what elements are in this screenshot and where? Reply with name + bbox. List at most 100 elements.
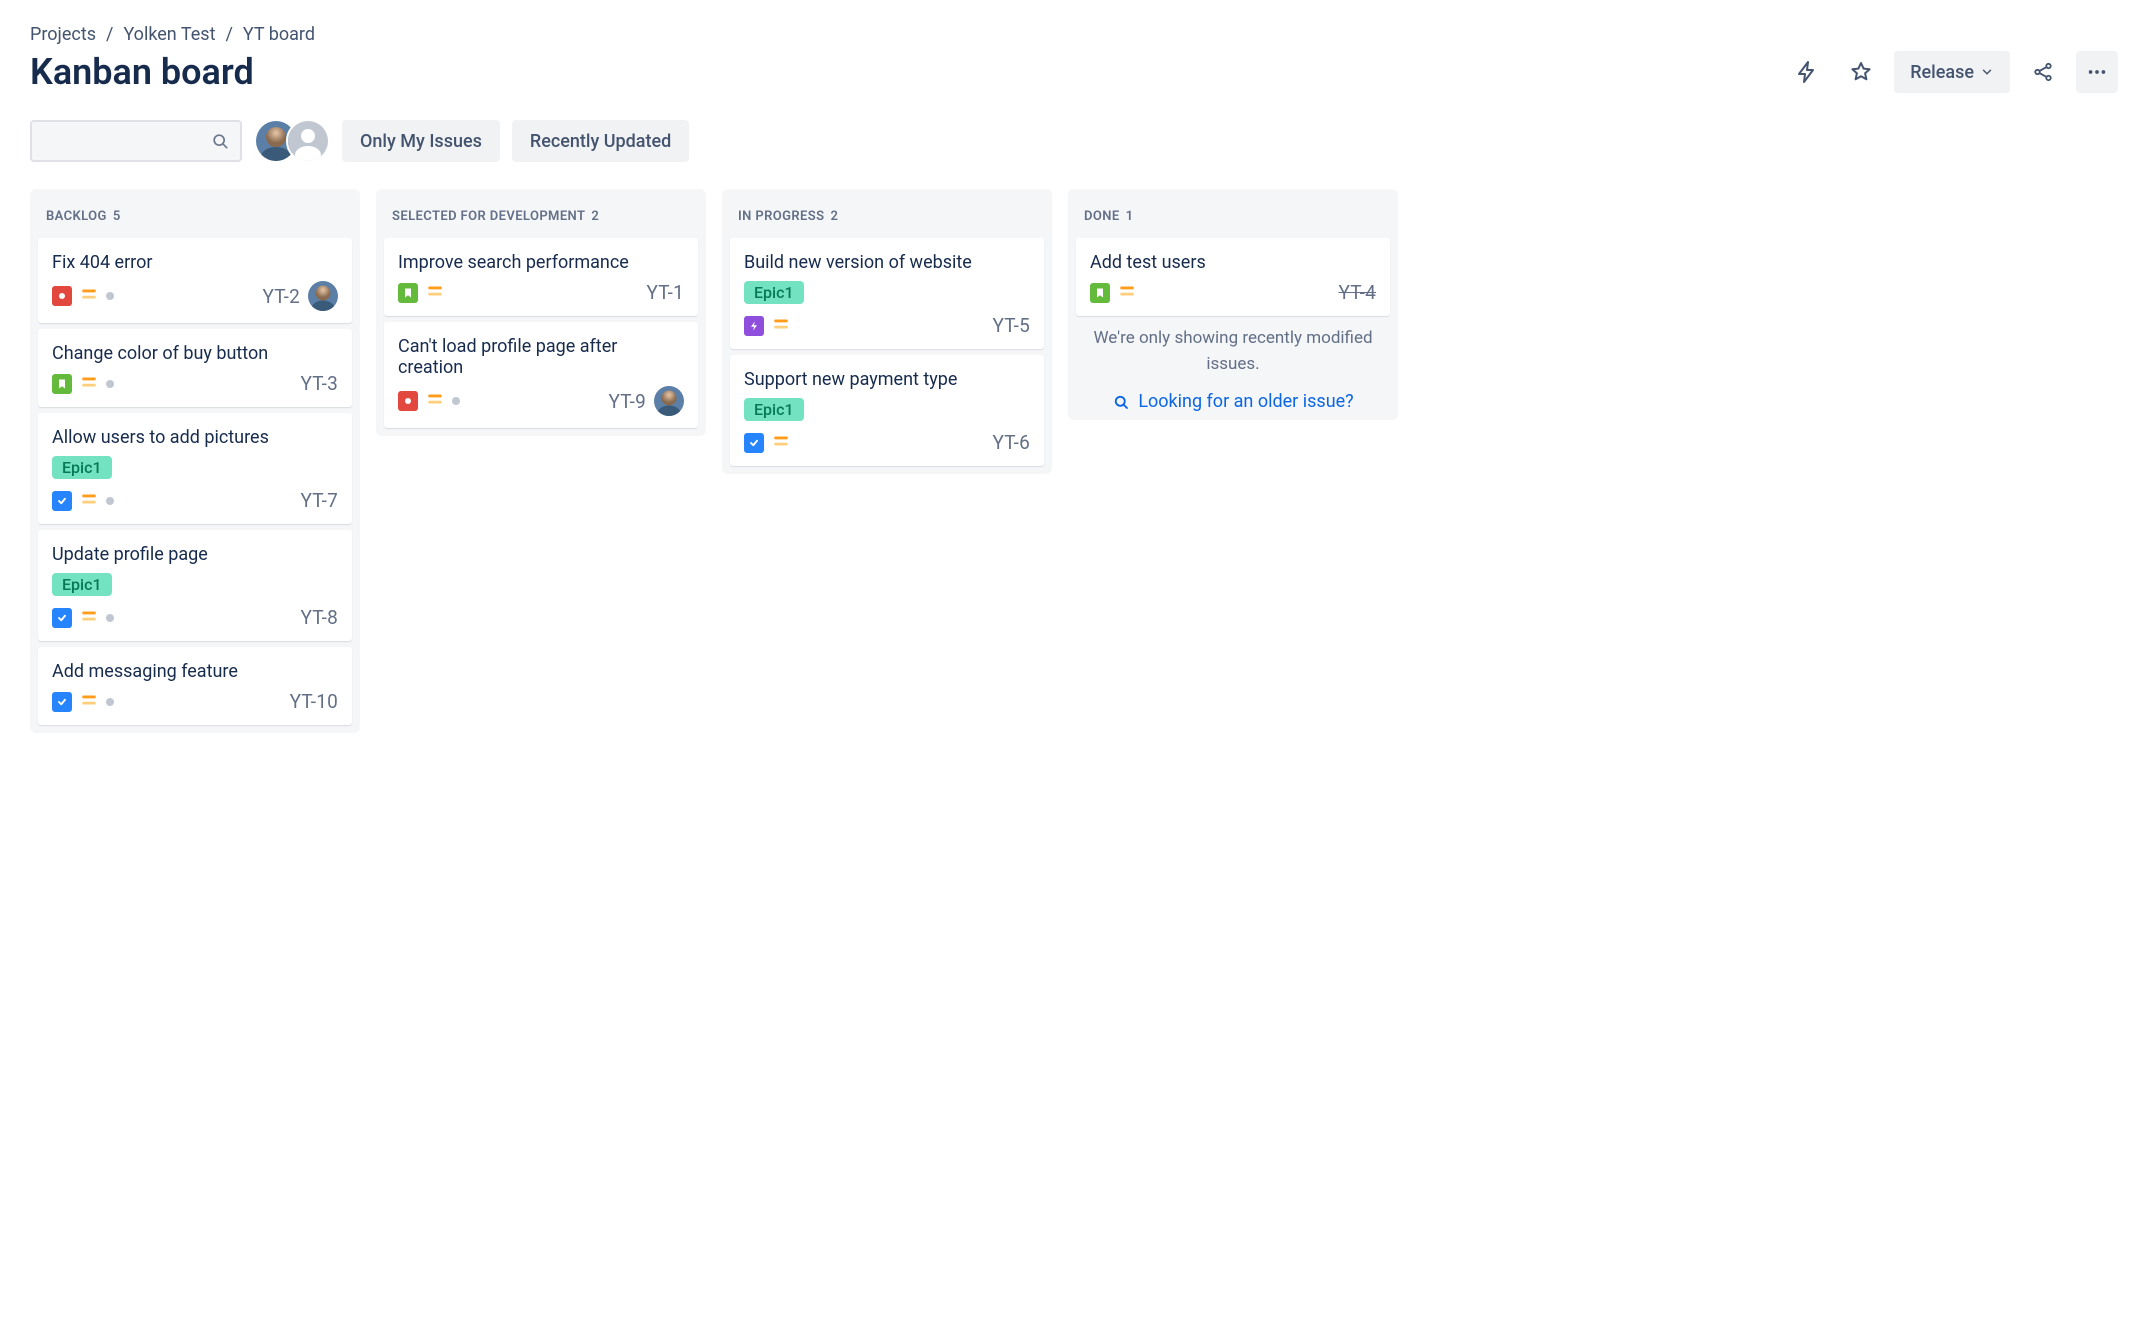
issue-key: YT-8 <box>301 606 338 629</box>
chevron-down-icon <box>1980 65 1994 79</box>
priority-icon <box>80 607 98 629</box>
issue-key: YT-10 <box>290 690 338 713</box>
priority-icon <box>80 373 98 395</box>
card-footer: YT-6 <box>744 431 1030 454</box>
flag-indicator <box>106 698 114 706</box>
release-button[interactable]: Release <box>1894 51 2010 93</box>
column-header: Selected for Development2 <box>384 197 698 238</box>
breadcrumb-item[interactable]: Yolken Test <box>123 24 215 45</box>
story-icon <box>52 374 72 394</box>
breadcrumb-separator: / <box>106 24 113 45</box>
story-icon <box>1090 283 1110 303</box>
priority-icon <box>426 390 444 412</box>
issue-card[interactable]: Add messaging feature YT-10 <box>38 647 352 725</box>
assignee-avatar[interactable] <box>308 281 338 311</box>
column-header: Done1 <box>1076 197 1390 238</box>
task-icon <box>744 433 764 453</box>
bug-icon <box>52 286 72 306</box>
epic-icon <box>744 316 764 336</box>
column-header: In Progress 2 <box>730 197 1044 238</box>
card-footer: YT-3 <box>52 372 338 395</box>
issue-key: YT-1 <box>647 281 684 304</box>
avatar-unassigned[interactable] <box>286 119 330 163</box>
card-title: Can't load profile page after creation <box>398 336 684 378</box>
issue-key: YT-5 <box>993 314 1030 337</box>
card-title: Fix 404 error <box>52 252 338 273</box>
priority-icon <box>772 315 790 337</box>
column-header: Backlog5 <box>38 197 352 238</box>
issue-card[interactable]: Fix 404 error YT-2 <box>38 238 352 323</box>
column: In Progress 2 Build new version of website… <box>722 189 1052 474</box>
breadcrumb-item[interactable]: Projects <box>30 24 96 45</box>
priority-icon <box>80 490 98 512</box>
epic-badge[interactable]: Epic1 <box>744 398 804 421</box>
column: Selected for Development2Improve search … <box>376 189 706 436</box>
column: Done1Add test usersYT-4We're only showin… <box>1068 189 1398 420</box>
issue-card[interactable]: Can't load profile page after creation YT… <box>384 322 698 428</box>
column-title: Done <box>1084 209 1120 224</box>
card-title: Update profile page <box>52 544 338 565</box>
issue-card[interactable]: Allow users to add pictures Epic1 YT-7 <box>38 413 352 524</box>
search-icon <box>1112 393 1130 411</box>
bug-icon <box>398 391 418 411</box>
card-title: Allow users to add pictures <box>52 427 338 448</box>
epic-badge[interactable]: Epic1 <box>52 573 112 596</box>
breadcrumb: Projects / Yolken Test / YT board <box>30 24 2118 45</box>
older-issue-label: Looking for an older issue? <box>1138 391 1353 412</box>
automation-icon[interactable] <box>1786 51 1828 93</box>
flag-indicator <box>452 397 460 405</box>
breadcrumb-item[interactable]: YT board <box>243 24 315 45</box>
issue-card[interactable]: Add test usersYT-4 <box>1076 238 1390 316</box>
card-title: Build new version of website <box>744 252 1030 273</box>
task-icon <box>52 692 72 712</box>
share-icon[interactable] <box>2022 51 2064 93</box>
priority-icon <box>1118 282 1136 304</box>
more-icon[interactable] <box>2076 51 2118 93</box>
task-icon <box>52 491 72 511</box>
search-input[interactable] <box>30 120 242 162</box>
column-count: 2 <box>591 209 599 224</box>
only-my-issues-button[interactable]: Only My Issues <box>342 120 500 162</box>
story-icon <box>398 283 418 303</box>
release-label: Release <box>1910 62 1974 83</box>
assignee-avatar[interactable] <box>654 386 684 416</box>
issue-card[interactable]: Improve search performanceYT-1 <box>384 238 698 316</box>
flag-indicator <box>106 292 114 300</box>
issue-key: YT-2 <box>263 285 300 308</box>
issue-card[interactable]: Support new payment type Epic1 YT-6 <box>730 355 1044 466</box>
card-footer: YT-2 <box>52 281 338 311</box>
recently-updated-button[interactable]: Recently Updated <box>512 120 689 162</box>
card-footer: YT-1 <box>398 281 684 304</box>
column-count: 2 <box>830 209 838 224</box>
card-footer: YT-5 <box>744 314 1030 337</box>
card-title: Support new payment type <box>744 369 1030 390</box>
card-footer: YT-9 <box>398 386 684 416</box>
page-title: Kanban board <box>30 51 254 93</box>
issue-card[interactable]: Build new version of website Epic1 YT-5 <box>730 238 1044 349</box>
issue-key: YT-7 <box>301 489 338 512</box>
issue-card[interactable]: Update profile page Epic1 YT-8 <box>38 530 352 641</box>
star-icon[interactable] <box>1840 51 1882 93</box>
priority-icon <box>80 691 98 713</box>
card-footer: YT-10 <box>52 690 338 713</box>
search-icon <box>210 131 230 151</box>
epic-badge[interactable]: Epic1 <box>744 281 804 304</box>
column-title: Backlog <box>46 209 107 224</box>
done-info-text: We're only showing recently modified iss… <box>1076 316 1390 377</box>
issue-card[interactable]: Change color of buy button YT-3 <box>38 329 352 407</box>
column-title: In Progress <box>738 209 824 224</box>
older-issue-link[interactable]: Looking for an older issue? <box>1076 391 1390 412</box>
task-icon <box>52 608 72 628</box>
card-title: Change color of buy button <box>52 343 338 364</box>
epic-badge[interactable]: Epic1 <box>52 456 112 479</box>
title-actions: Release <box>1786 51 2118 93</box>
card-title: Add messaging feature <box>52 661 338 682</box>
priority-icon <box>426 282 444 304</box>
assignee-filter <box>254 119 330 163</box>
flag-indicator <box>106 380 114 388</box>
card-footer: YT-8 <box>52 606 338 629</box>
issue-key: YT-4 <box>1339 281 1376 304</box>
issue-key: YT-3 <box>301 372 338 395</box>
flag-indicator <box>106 497 114 505</box>
breadcrumb-separator: / <box>225 24 232 45</box>
